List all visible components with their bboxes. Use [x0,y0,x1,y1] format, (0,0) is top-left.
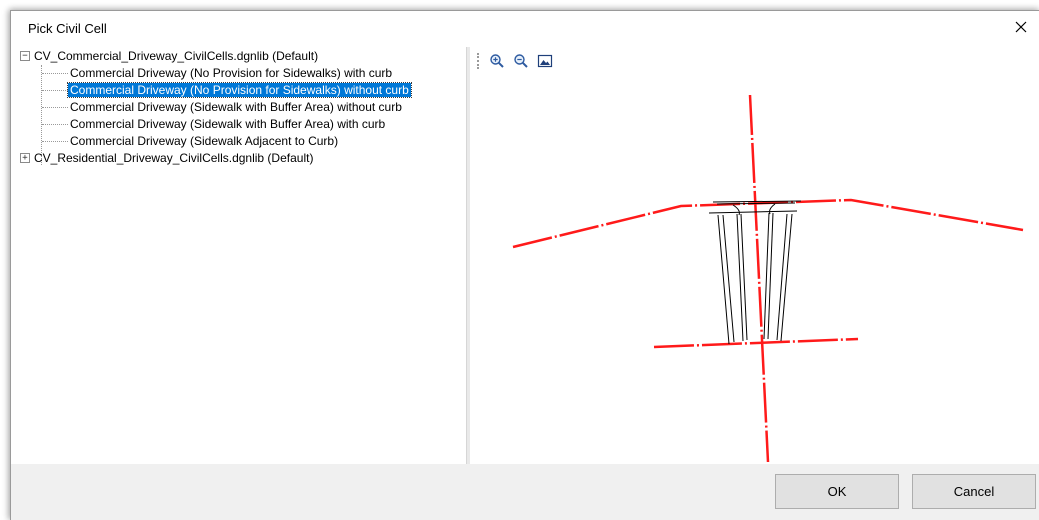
tree-node-label: Commercial Driveway (No Provision for Si… [67,82,412,98]
toolbar-grip[interactable] [477,53,482,69]
cell-preview-pane [471,47,1039,464]
tree-node-cell[interactable]: Commercial Driveway (Sidewalk with Buffe… [68,99,404,115]
close-icon [1015,21,1027,33]
tree-node-label: Commercial Driveway (Sidewalk Adjacent t… [70,134,339,148]
tree-node-cell-selected[interactable]: Commercial Driveway (No Provision for Si… [67,82,412,98]
tree-node-cell[interactable]: Commercial Driveway (No Provision for Si… [68,65,394,81]
tree-node-label: Commercial Driveway (Sidewalk with Buffe… [70,117,386,131]
fit-view-icon [537,54,553,68]
expand-icon[interactable]: + [20,153,30,163]
zoom-in-button[interactable] [488,52,506,70]
collapse-icon[interactable]: − [20,51,30,61]
cancel-button[interactable]: Cancel [912,474,1036,509]
tree-node-commercial-library[interactable]: − CV_Commercial_Driveway_CivilCells.dgnl… [19,48,320,64]
zoom-out-icon [514,54,528,68]
zoom-in-icon [490,54,504,68]
tree-node-label: CV_Residential_Driveway_CivilCells.dgnli… [34,151,314,165]
tree-node-label: CV_Commercial_Driveway_CivilCells.dgnlib… [34,49,319,63]
preview-toolbar [471,49,560,73]
tree-node-residential-library[interactable]: + CV_Residential_Driveway_CivilCells.dgn… [19,150,315,166]
zoom-out-button[interactable] [512,52,530,70]
tree-node-label: Commercial Driveway (No Provision for Si… [70,66,393,80]
fit-view-button[interactable] [536,52,554,70]
tree-node-cell[interactable]: Commercial Driveway (Sidewalk Adjacent t… [68,133,340,149]
tree-node-label: Commercial Driveway (Sidewalk with Buffe… [70,100,402,114]
close-button[interactable] [1002,11,1039,43]
dialog-button-bar: OK Cancel [11,464,1039,520]
ok-button[interactable]: OK [775,474,899,509]
tree-node-cell[interactable]: Commercial Driveway (Sidewalk with Buffe… [68,116,387,132]
pane-splitter[interactable] [466,47,470,464]
civil-cell-tree[interactable]: − CV_Commercial_Driveway_CivilCells.dgnl… [19,47,466,464]
centerline-vertical [748,94,770,463]
dialog-title: Pick Civil Cell [28,21,107,36]
driveway-baseline [653,337,859,349]
title-bar: Pick Civil Cell [11,11,1039,43]
pick-civil-cell-dialog: Pick Civil Cell − CV_Commercial_Driveway… [10,10,1039,520]
cell-preview-canvas[interactable] [471,77,1039,464]
